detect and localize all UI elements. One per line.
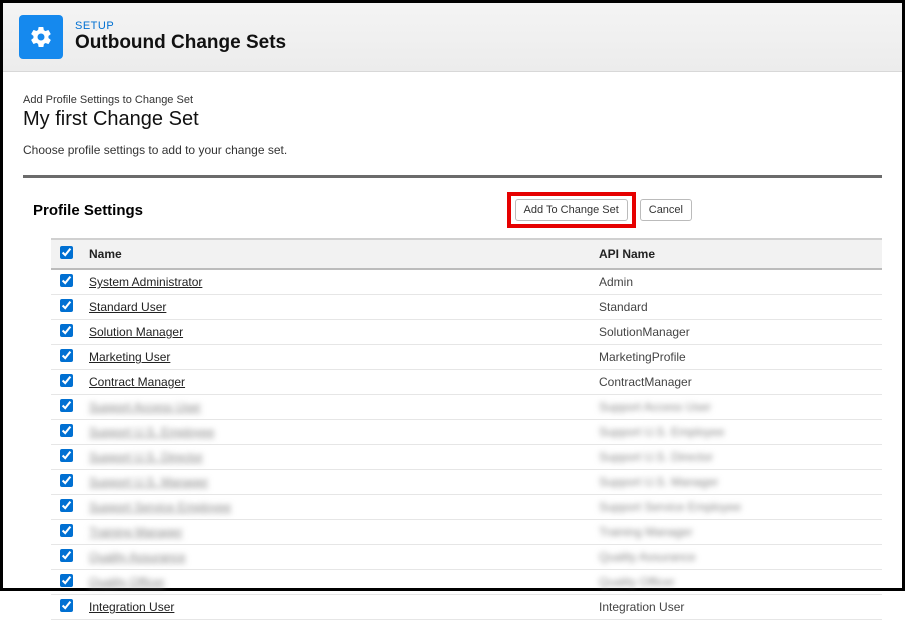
profile-table: Name API Name System AdministratorAdminS…	[51, 239, 882, 620]
table-row: Standard User Standard	[51, 295, 882, 320]
profile-api-name: Standard	[599, 300, 648, 314]
profile-name-link[interactable]: Support U.S. Employee	[89, 425, 214, 439]
profile-name-link[interactable]: Quality Assurance	[89, 550, 186, 564]
add-to-change-set-button[interactable]: Add To Change Set	[515, 199, 628, 221]
profile-api-name: Training Manager	[599, 525, 693, 539]
profile-name-link[interactable]: Support Service Employee	[89, 500, 231, 514]
page-subtitle: My first Change Set	[23, 108, 882, 131]
cancel-button[interactable]: Cancel	[640, 199, 692, 221]
section-header: Profile Settings Add To Change Set Cance…	[23, 188, 882, 238]
table-row: Support U.S. Director Support U.S. Direct…	[51, 445, 882, 470]
profile-api-name: Quality Assurance	[599, 550, 696, 564]
row-checkbox[interactable]	[60, 474, 73, 487]
column-name: Name	[81, 240, 591, 270]
row-checkbox[interactable]	[60, 424, 73, 437]
column-api: API Name	[591, 240, 882, 270]
table-row: Integration User Integration User	[51, 595, 882, 620]
breadcrumb-small: Add Profile Settings to Change Set	[23, 94, 882, 106]
row-checkbox[interactable]	[60, 499, 73, 512]
header-title: Outbound Change Sets	[75, 32, 286, 54]
profile-name-link[interactable]: System Administrator	[89, 275, 202, 289]
profile-api-name: SolutionManager	[599, 325, 690, 339]
table-row: Support U.S. Employee Support U.S. Employ…	[51, 420, 882, 445]
section-divider	[23, 175, 882, 178]
row-checkbox[interactable]	[60, 299, 73, 312]
profile-name-link[interactable]: Contract Manager	[89, 375, 185, 389]
row-checkbox[interactable]	[60, 599, 73, 612]
header-bar: SETUP Outbound Change Sets	[3, 3, 902, 72]
table-row: System Administrator Admin	[51, 269, 882, 295]
button-group: Add To Change Set Cancel	[507, 192, 692, 228]
profile-name-link[interactable]: Marketing User	[89, 350, 170, 364]
profile-name-link[interactable]: Integration User	[89, 600, 174, 614]
profile-name-link[interactable]: Support Access User	[89, 400, 201, 414]
row-checkbox[interactable]	[60, 449, 73, 462]
row-checkbox[interactable]	[60, 549, 73, 562]
row-checkbox[interactable]	[60, 324, 73, 337]
table-row: Quality Assurance Quality Assurance	[51, 545, 882, 570]
profile-api-name: Admin	[599, 275, 633, 289]
profile-api-name: ContractManager	[599, 375, 692, 389]
page-description: Choose profile settings to add to your c…	[23, 143, 882, 157]
section-title: Profile Settings	[33, 202, 143, 219]
row-checkbox[interactable]	[60, 524, 73, 537]
row-checkbox[interactable]	[60, 574, 73, 587]
profile-api-name: Support Service Employee	[599, 500, 741, 514]
header-eyebrow: SETUP	[75, 20, 286, 32]
row-checkbox[interactable]	[60, 399, 73, 412]
profile-api-name: Quality Officer	[599, 575, 675, 589]
profile-api-name: Integration User	[599, 600, 684, 614]
profile-api-name: Support U.S. Director	[599, 450, 713, 464]
table-row: Marketing User MarketingProfile	[51, 345, 882, 370]
table-row: Training Manager Training Manager	[51, 520, 882, 545]
highlight-box: Add To Change Set	[507, 192, 636, 228]
row-checkbox[interactable]	[60, 274, 73, 287]
row-checkbox[interactable]	[60, 374, 73, 387]
table-row: Support Service Employee Support Service …	[51, 495, 882, 520]
profile-name-link[interactable]: Quality Officer	[89, 575, 165, 589]
row-checkbox[interactable]	[60, 349, 73, 362]
gear-icon	[19, 15, 63, 59]
profile-name-link[interactable]: Solution Manager	[89, 325, 183, 339]
profile-name-link[interactable]: Standard User	[89, 300, 166, 314]
profile-name-link[interactable]: Support U.S. Director	[89, 450, 203, 464]
select-all-header	[51, 240, 81, 270]
profile-api-name: Support Access User	[599, 400, 711, 414]
profile-name-link[interactable]: Support U.S. Manager	[89, 475, 208, 489]
profile-api-name: Support U.S. Employee	[599, 425, 724, 439]
profile-api-name: MarketingProfile	[599, 350, 686, 364]
profile-api-name: Support U.S. Manager	[599, 475, 718, 489]
table-row: Support U.S. Manager Support U.S. Manager	[51, 470, 882, 495]
main-content: Add Profile Settings to Change Set My fi…	[3, 72, 902, 620]
profile-table-wrap: Name API Name System AdministratorAdminS…	[51, 238, 882, 620]
table-row: Contract Manager ContractManager	[51, 370, 882, 395]
select-all-checkbox[interactable]	[60, 246, 73, 259]
table-row: Solution Manager SolutionManager	[51, 320, 882, 345]
profile-name-link[interactable]: Training Manager	[89, 525, 183, 539]
table-row: Support Access User Support Access User	[51, 395, 882, 420]
